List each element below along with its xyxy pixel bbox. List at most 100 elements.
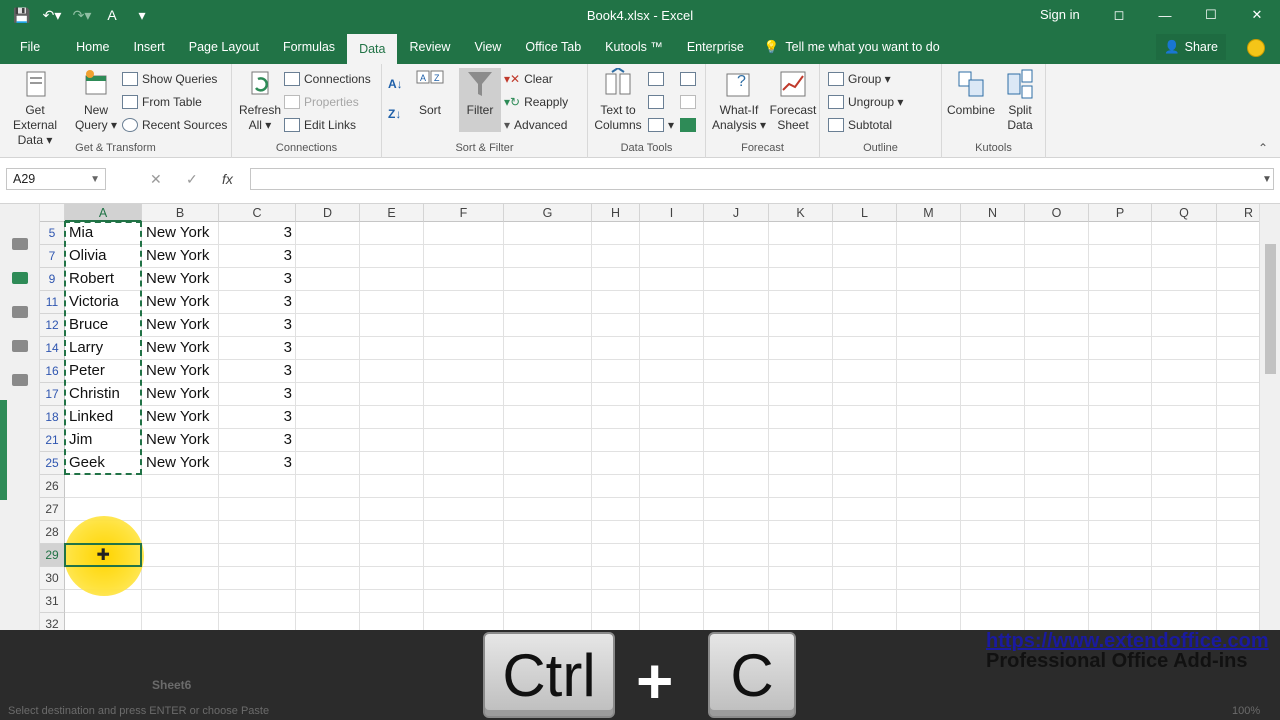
row-header[interactable]: 29 xyxy=(40,544,65,567)
combine-button[interactable]: Combine xyxy=(945,68,997,118)
column-header-k[interactable]: K xyxy=(769,204,833,222)
enter-icon[interactable]: ✓ xyxy=(186,168,198,190)
subtotal-button[interactable]: Subtotal xyxy=(828,115,892,135)
cell-b[interactable]: New York xyxy=(142,360,219,383)
sheet-tab[interactable]: Sheet6 xyxy=(152,678,191,692)
row-header[interactable]: 28 xyxy=(40,521,65,544)
cell-b[interactable]: New York xyxy=(142,452,219,475)
properties-button[interactable]: Properties xyxy=(284,92,359,112)
column-header-r[interactable]: R xyxy=(1217,204,1259,222)
column-header-i[interactable]: I xyxy=(640,204,704,222)
connections-button[interactable]: Connections xyxy=(284,69,371,89)
cell-b[interactable]: New York xyxy=(142,429,219,452)
cell-b[interactable] xyxy=(142,613,219,630)
cell-b[interactable]: New York xyxy=(142,222,219,245)
cell-b[interactable] xyxy=(142,544,219,567)
tab-formulas[interactable]: Formulas xyxy=(271,30,347,64)
row-header[interactable]: 12 xyxy=(40,314,65,337)
zoom-level[interactable]: 100% xyxy=(1232,705,1260,717)
cell-c[interactable]: 3 xyxy=(219,429,296,452)
column-header-e[interactable]: E xyxy=(360,204,424,222)
cell-c[interactable] xyxy=(219,590,296,613)
row-header[interactable]: 30 xyxy=(40,567,65,590)
column-header-q[interactable]: Q xyxy=(1152,204,1217,222)
get-external-data-button[interactable]: Get External Data ▾ xyxy=(3,68,67,148)
tab-insert[interactable]: Insert xyxy=(122,30,177,64)
name-box-dropdown-icon[interactable]: ▼ xyxy=(90,174,100,185)
tab-data[interactable]: Data xyxy=(347,34,398,64)
vertical-scrollbar[interactable] xyxy=(1259,204,1280,630)
row-header[interactable]: 18 xyxy=(40,406,65,429)
row-header[interactable]: 11 xyxy=(40,291,65,314)
edit-links-button[interactable]: Edit Links xyxy=(284,115,356,135)
cell-c[interactable]: 3 xyxy=(219,406,296,429)
cell-b[interactable] xyxy=(142,567,219,590)
from-table-button[interactable]: From Table xyxy=(122,92,202,112)
cell-b[interactable]: New York xyxy=(142,314,219,337)
scroll-thumb[interactable] xyxy=(1265,244,1276,374)
column-header-g[interactable]: G xyxy=(504,204,592,222)
cell-c[interactable]: 3 xyxy=(219,291,296,314)
cell-b[interactable] xyxy=(142,498,219,521)
row-header[interactable]: 9 xyxy=(40,268,65,291)
row-header[interactable]: 7 xyxy=(40,245,65,268)
forecast-sheet-button[interactable]: Forecast Sheet xyxy=(768,68,818,133)
cell-c[interactable]: 3 xyxy=(219,383,296,406)
cell-c[interactable] xyxy=(219,613,296,630)
sort-button[interactable]: AZ Sort xyxy=(412,68,448,118)
cell-b[interactable]: New York xyxy=(142,268,219,291)
sort-z-a-icon[interactable]: Z↓ xyxy=(388,104,401,124)
row-header[interactable]: 5 xyxy=(40,222,65,245)
column-header-l[interactable]: L xyxy=(833,204,897,222)
cell-b[interactable]: New York xyxy=(142,406,219,429)
manage-data-model-icon[interactable] xyxy=(680,115,696,135)
format-painter-icon[interactable]: A xyxy=(100,3,124,27)
insert-function-icon[interactable]: fx xyxy=(222,168,233,190)
column-header-m[interactable]: M xyxy=(897,204,961,222)
tab-office-tab[interactable]: Office Tab xyxy=(513,30,593,64)
column-list-icon[interactable] xyxy=(12,340,28,352)
sheet-icon[interactable] xyxy=(12,272,28,284)
undo-icon[interactable]: ↶▾ xyxy=(40,3,64,27)
ribbon-display-icon[interactable]: ◻ xyxy=(1096,0,1142,30)
column-header-f[interactable]: F xyxy=(424,204,504,222)
tab-review[interactable]: Review xyxy=(397,30,462,64)
cell-b[interactable]: New York xyxy=(142,383,219,406)
relationships-icon[interactable] xyxy=(680,92,696,112)
find-replace-icon[interactable] xyxy=(12,374,28,386)
row-header[interactable]: 16 xyxy=(40,360,65,383)
autotext-icon[interactable] xyxy=(12,306,28,318)
reapply-button[interactable]: ▾↻ Reapply xyxy=(504,92,568,112)
name-box[interactable]: A29 ▼ xyxy=(6,168,106,190)
tab-home[interactable]: Home xyxy=(52,30,121,64)
column-header-a[interactable]: A xyxy=(65,204,142,222)
advanced-button[interactable]: ▾ Advanced xyxy=(504,115,567,135)
cell-a[interactable] xyxy=(65,475,142,498)
data-validation-icon[interactable]: ▾ xyxy=(648,115,674,135)
cell-c[interactable] xyxy=(219,567,296,590)
tab-enterprise[interactable]: Enterprise xyxy=(675,30,756,64)
cell-c[interactable] xyxy=(219,544,296,567)
customize-qat-icon[interactable]: ▾ xyxy=(130,3,154,27)
sort-a-z-icon[interactable]: A↓ xyxy=(388,74,403,94)
split-data-button[interactable]: Split Data xyxy=(998,68,1042,133)
maximize-icon[interactable]: ☐ xyxy=(1188,0,1234,30)
row-header[interactable]: 21 xyxy=(40,429,65,452)
text-to-columns-button[interactable]: Text to Columns xyxy=(592,68,644,133)
tell-me-box[interactable]: 💡 Tell me what you want to do xyxy=(764,30,940,64)
minimize-icon[interactable]: — xyxy=(1142,0,1188,30)
flash-fill-icon[interactable] xyxy=(648,69,664,89)
new-query-button[interactable]: New Query ▾ xyxy=(70,68,122,133)
cell-b[interactable] xyxy=(142,521,219,544)
pane-toggle[interactable] xyxy=(0,400,7,500)
row-header[interactable]: 25 xyxy=(40,452,65,475)
tab-page-layout[interactable]: Page Layout xyxy=(177,30,271,64)
cell-c[interactable] xyxy=(219,498,296,521)
cell-a[interactable] xyxy=(65,613,142,630)
recent-sources-button[interactable]: Recent Sources xyxy=(122,115,227,135)
feedback-smiley-icon[interactable] xyxy=(1247,39,1265,57)
close-icon[interactable]: ✕ xyxy=(1234,0,1280,30)
redo-icon[interactable]: ↷▾ xyxy=(70,3,94,27)
column-header-b[interactable]: B xyxy=(142,204,219,222)
collapse-ribbon-icon[interactable]: ⌃ xyxy=(1258,138,1268,158)
